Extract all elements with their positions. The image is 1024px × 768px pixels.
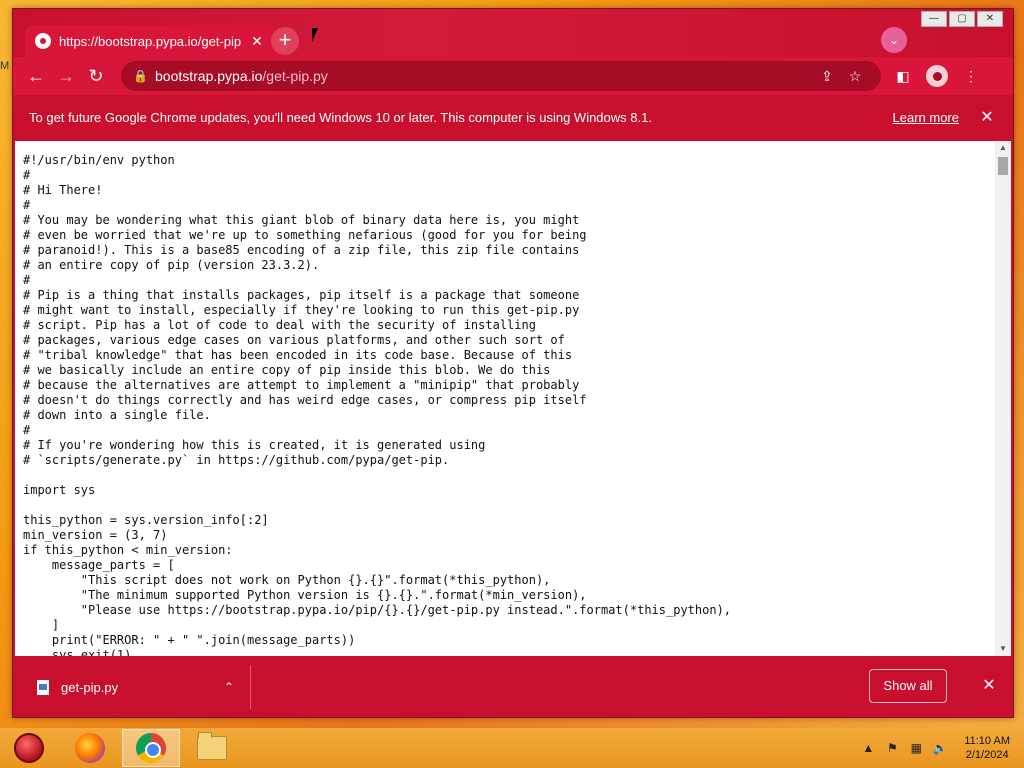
- download-shelf-close-icon[interactable]: ✕: [979, 675, 999, 695]
- browser-toolbar: ← → ↻ 🔒 bootstrap.pypa.io/get-pip.py ⇪ ☆…: [13, 57, 1013, 95]
- tab-title: https://bootstrap.pypa.io/get-pip: [59, 33, 242, 49]
- taskbar-file-explorer[interactable]: [183, 729, 241, 767]
- show-all-button[interactable]: Show all: [869, 669, 947, 703]
- start-button[interactable]: [0, 729, 58, 767]
- maximize-button[interactable]: ▢: [949, 11, 975, 27]
- source-code: #!/usr/bin/env python # # Hi There! # # …: [23, 153, 732, 656]
- clock-date: 2/1/2024: [965, 749, 1009, 761]
- forward-button[interactable]: →: [51, 61, 81, 91]
- update-infobar: To get future Google Chrome updates, you…: [13, 95, 1013, 139]
- start-orb-icon: [14, 733, 44, 763]
- download-shelf: get-pip.py ⌃ Show all ✕: [13, 657, 1013, 717]
- tab-close-icon[interactable]: ✕: [249, 33, 265, 50]
- show-hidden-icons-icon[interactable]: ▲: [860, 741, 876, 755]
- tab-search-button[interactable]: ⌄: [881, 27, 907, 53]
- scroll-thumb[interactable]: [998, 157, 1008, 175]
- system-tray: ▲ ⚑ ▦ 🔈 11:10 AM 2/1/2024: [860, 728, 1010, 768]
- firefox-icon: [75, 733, 105, 763]
- minimize-button[interactable]: —: [921, 11, 947, 27]
- file-icon: [37, 679, 49, 695]
- favicon-icon: [35, 33, 51, 49]
- back-button[interactable]: ←: [21, 61, 51, 91]
- clock-time: 11:10 AM: [964, 735, 1010, 747]
- volume-icon[interactable]: 🔈: [932, 741, 948, 755]
- scroll-down-arrow-icon[interactable]: ▼: [995, 642, 1011, 656]
- lock-icon[interactable]: 🔒: [133, 69, 151, 83]
- new-tab-button[interactable]: +: [271, 27, 299, 55]
- bookmark-star-icon[interactable]: ☆: [841, 68, 869, 85]
- url-text: bootstrap.pypa.io/get-pip.py: [155, 68, 813, 84]
- side-panel-icon[interactable]: ◧: [889, 62, 917, 90]
- taskbar-clock[interactable]: 11:10 AM 2/1/2024: [964, 734, 1010, 762]
- infobar-message: To get future Google Chrome updates, you…: [29, 109, 652, 125]
- folder-icon: [197, 732, 227, 760]
- profile-avatar[interactable]: [926, 65, 948, 87]
- window-controls: — ▢ ✕: [921, 11, 1003, 27]
- chrome-icon: [136, 733, 166, 763]
- close-window-button[interactable]: ✕: [977, 11, 1003, 27]
- toolbar-right: ◧ ⋮: [889, 62, 985, 90]
- taskbar-chrome[interactable]: [122, 729, 180, 767]
- menu-icon[interactable]: ⋮: [957, 62, 985, 90]
- vertical-scrollbar[interactable]: ▲ ▼: [995, 141, 1011, 656]
- action-center-flag-icon[interactable]: ⚑: [884, 741, 900, 755]
- mouse-cursor-icon: [312, 28, 318, 42]
- url-path: /get-pip.py: [262, 68, 328, 84]
- infobar-close-icon[interactable]: ✕: [977, 107, 997, 127]
- url-host: bootstrap.pypa.io: [155, 68, 263, 84]
- desktop-side-letter: M: [0, 60, 10, 72]
- learn-more-link[interactable]: Learn more: [893, 110, 959, 125]
- taskbar-firefox[interactable]: [61, 729, 119, 767]
- address-bar[interactable]: 🔒 bootstrap.pypa.io/get-pip.py ⇪ ☆: [121, 61, 881, 91]
- network-icon[interactable]: ▦: [908, 741, 924, 755]
- page-content: #!/usr/bin/env python # # Hi There! # # …: [15, 141, 1011, 656]
- download-file-name: get-pip.py: [61, 679, 119, 695]
- chevron-up-icon[interactable]: ⌃: [220, 680, 238, 694]
- taskbar: ▲ ⚑ ▦ 🔈 11:10 AM 2/1/2024: [0, 728, 1024, 768]
- browser-window: https://bootstrap.pypa.io/get-pip ✕ + ⌄ …: [12, 8, 1014, 718]
- tab-get-pip[interactable]: https://bootstrap.pypa.io/get-pip ✕: [25, 25, 275, 57]
- scroll-up-arrow-icon[interactable]: ▲: [995, 141, 1011, 155]
- reload-button[interactable]: ↻: [81, 61, 111, 91]
- title-bar: https://bootstrap.pypa.io/get-pip ✕ + ⌄ …: [13, 9, 1013, 57]
- download-item[interactable]: get-pip.py ⌃: [13, 665, 251, 709]
- share-icon[interactable]: ⇪: [813, 68, 841, 85]
